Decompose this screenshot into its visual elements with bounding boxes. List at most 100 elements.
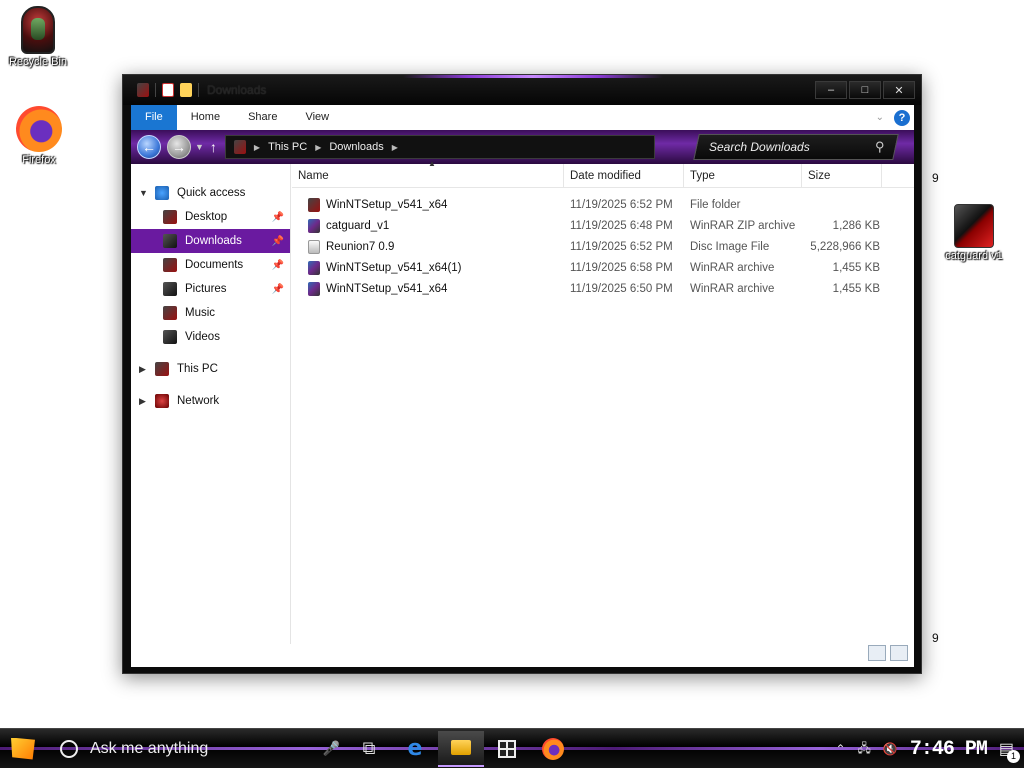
desktop-icon-recycle-bin[interactable]: Recycle Bin (2, 6, 74, 68)
nav-label: Music (185, 307, 216, 319)
nav-label: Quick access (177, 187, 246, 199)
explorer-window: Downloads – □ ✕ File Home Share View ⌄ ?… (122, 74, 922, 674)
nav-quick-access[interactable]: ▼ Quick access (131, 181, 290, 205)
file-type: WinRAR ZIP archive (690, 219, 796, 232)
title-bar[interactable]: Downloads – □ ✕ (123, 75, 921, 105)
recent-locations-chevron-icon[interactable]: ▼ (195, 142, 204, 152)
new-folder-icon[interactable] (180, 83, 192, 97)
archive-icon (308, 281, 320, 296)
nav-item-videos[interactable]: Videos (131, 325, 290, 349)
expand-chevron-icon[interactable]: ▶ (139, 364, 146, 375)
side-number-bottom: 9 (932, 631, 939, 645)
desktop-icon-firefox[interactable]: Firefox (3, 106, 75, 166)
store-icon (498, 739, 516, 758)
column-header-date[interactable]: Date modified (564, 164, 684, 188)
file-date: 11/19/2025 6:58 PM (570, 261, 673, 274)
forward-button[interactable]: → (167, 135, 191, 159)
catguard-file-icon (954, 204, 994, 248)
back-button[interactable]: ← (137, 135, 161, 159)
pin-icon: 📌 (271, 235, 284, 247)
table-row[interactable]: WinNTSetup_v541_x64(1) 11/19/2025 6:58 P… (292, 257, 914, 278)
column-header-size[interactable]: Size (802, 164, 882, 188)
taskbar-file-explorer[interactable] (438, 730, 484, 767)
show-hidden-icons-chevron-icon[interactable]: ⌃ (835, 742, 845, 756)
nav-label: Network (177, 395, 220, 407)
collapse-chevron-icon[interactable]: ▼ (139, 188, 148, 198)
network-status-icon[interactable]: 🖧 (858, 739, 871, 760)
taskbar: Ask me anything 🎤 ⧉ e ⌃ 🖧 🔇 7:46 PM ▤ 1 (0, 728, 1024, 768)
table-row[interactable]: WinNTSetup_v541_x64 11/19/2025 6:50 PM W… (292, 278, 914, 299)
firefox-icon (542, 737, 564, 760)
taskbar-store[interactable] (484, 731, 530, 767)
location-icon (233, 140, 246, 154)
start-button[interactable] (0, 729, 46, 768)
properties-icon[interactable] (162, 83, 174, 97)
search-placeholder: Search Downloads (709, 140, 810, 154)
taskbar-edge[interactable]: e (392, 731, 438, 767)
breadcrumb-downloads[interactable]: Downloads (329, 141, 383, 153)
file-type: File folder (690, 198, 741, 211)
window-app-icon[interactable] (137, 83, 149, 97)
table-row[interactable]: WinNTSetup_v541_x64 11/19/2025 6:52 PM F… (292, 194, 914, 215)
search-icon[interactable]: ⚲ (875, 139, 885, 155)
edge-icon: e (407, 736, 423, 761)
breadcrumb-this-pc[interactable]: This PC (268, 141, 307, 153)
nav-item-desktop[interactable]: Desktop 📌 (131, 205, 290, 229)
cortana-search-box[interactable]: Ask me anything 🎤 (46, 731, 346, 767)
breadcrumb-separator-icon[interactable]: ▶ (254, 143, 260, 152)
tab-home[interactable]: Home (177, 105, 234, 130)
expand-chevron-icon[interactable]: ▶ (139, 396, 146, 407)
breadcrumb-separator-icon[interactable]: ▶ (315, 143, 321, 152)
nav-item-downloads[interactable]: Downloads 📌 (131, 229, 290, 253)
close-button[interactable]: ✕ (883, 81, 915, 99)
quick-access-star-icon (155, 186, 169, 200)
folder-icon (308, 197, 320, 212)
desktop-icon-catguard[interactable]: catguard v1 (938, 204, 1010, 262)
file-name: WinNTSetup_v541_x64 (326, 282, 448, 295)
task-view-button[interactable]: ⧉ (346, 731, 392, 767)
pin-icon: 📌 (271, 259, 284, 271)
tab-file[interactable]: File (131, 105, 177, 130)
search-box[interactable]: Search Downloads ⚲ (693, 134, 899, 160)
file-size: 1,455 KB (832, 261, 880, 274)
task-view-icon: ⧉ (362, 738, 376, 758)
tab-share[interactable]: Share (234, 105, 291, 130)
firefox-icon (16, 106, 62, 152)
music-folder-icon (163, 306, 177, 320)
nav-label: Documents (185, 259, 244, 271)
file-name: WinNTSetup_v541_x64 (326, 198, 448, 211)
expand-ribbon-chevron-icon[interactable]: ⌄ (876, 112, 884, 123)
volume-muted-icon[interactable]: 🔇 (883, 742, 898, 756)
help-icon[interactable]: ? (894, 109, 910, 126)
archive-icon (308, 218, 320, 233)
nav-item-pictures[interactable]: Pictures 📌 (131, 277, 290, 301)
clock[interactable]: 7:46 PM (910, 738, 988, 761)
large-icons-view-icon[interactable] (890, 645, 908, 661)
notification-count-badge: 1 (1007, 750, 1020, 763)
nav-item-documents[interactable]: Documents 📌 (131, 253, 290, 277)
up-button[interactable]: ↑ (210, 139, 217, 155)
breadcrumb-separator-icon[interactable]: ▶ (392, 143, 398, 152)
file-date: 11/19/2025 6:52 PM (570, 198, 673, 211)
minimize-button[interactable]: – (815, 81, 847, 99)
file-date: 11/19/2025 6:52 PM (570, 240, 673, 253)
microphone-icon[interactable]: 🎤 (323, 740, 340, 757)
action-center-icon[interactable]: ▤ 1 (999, 739, 1020, 763)
nav-label: Desktop (185, 211, 228, 223)
column-header-type[interactable]: Type (684, 164, 802, 188)
window-controls: – □ ✕ (815, 81, 915, 99)
table-row[interactable]: Reunion7 0.9 11/19/2025 6:52 PM Disc Ima… (292, 236, 914, 257)
address-bar[interactable]: ▶ This PC ▶ Downloads ▶ (224, 135, 655, 159)
details-view-icon[interactable] (868, 645, 886, 661)
downloads-folder-icon (163, 234, 177, 248)
file-type: WinRAR archive (690, 261, 775, 274)
nav-network[interactable]: ▶ Network (131, 389, 290, 413)
taskbar-firefox[interactable] (530, 731, 576, 767)
tab-view[interactable]: View (291, 105, 343, 130)
table-row[interactable]: catguard_v1 11/19/2025 6:48 PM WinRAR ZI… (292, 215, 914, 236)
maximize-button[interactable]: □ (849, 81, 881, 99)
nav-this-pc[interactable]: ▶ This PC (131, 357, 290, 381)
nav-item-music[interactable]: Music (131, 301, 290, 325)
